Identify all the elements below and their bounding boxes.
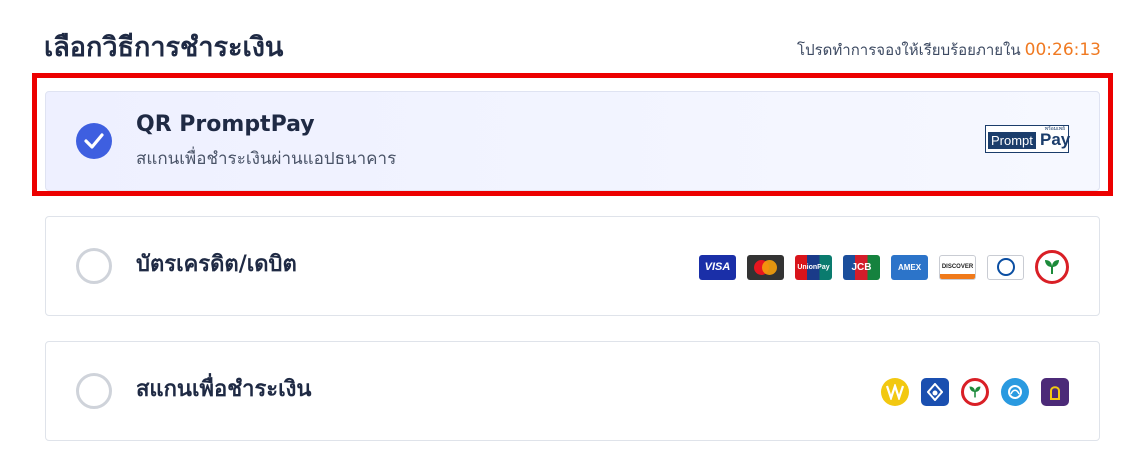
countdown-label: โปรดทำการจองให้เรียบร้อยภายใน [797,41,1021,59]
diners-club-logo [987,254,1024,280]
amex-logo: AMEX [891,254,928,280]
krungthai-bank-logo [881,378,909,406]
siam-commercial-bank-logo [1001,378,1029,406]
bank-logos [881,375,1069,409]
option-title: สแกนเพื่อชำระเงิน [136,377,312,402]
option-title: บัตรเครดิต/เดบิต [136,252,297,277]
radio-unchecked[interactable] [76,373,112,409]
visa-logo: VISA [699,254,736,280]
leaf-icon [1045,260,1059,274]
countdown-time: 00:26:13 [1024,40,1101,60]
krungsri-bank-logo [1041,378,1069,406]
discover-logo: DISCOVER [939,254,976,280]
payment-option-credit-debit-card[interactable]: บัตรเครดิต/เดบิต VISA UnionPay JCB AMEX … [45,216,1100,316]
page-title: เลือกวิธีการชำระเงิน [44,32,284,63]
booking-countdown: โปรดทำการจองให้เรียบร้อยภายใน 00:26:13 [797,38,1101,62]
kasikorn-bank-logo [1035,250,1069,284]
unionpay-logo: UnionPay [795,254,832,280]
kasikorn-bank-logo [961,378,989,406]
selection-highlight-box [32,73,1113,196]
mastercard-logo [747,254,784,280]
bangkok-bank-logo [921,378,949,406]
radio-unchecked[interactable] [76,248,112,284]
jcb-logo: JCB [843,254,880,280]
payment-method-page: เลือกวิธีการชำระเงิน โปรดทำการจองให้เรีย… [0,0,1137,468]
card-brand-logos: VISA UnionPay JCB AMEX DISCOVER [699,250,1069,284]
payment-option-scan-to-pay[interactable]: สแกนเพื่อชำระเงิน [45,341,1100,441]
